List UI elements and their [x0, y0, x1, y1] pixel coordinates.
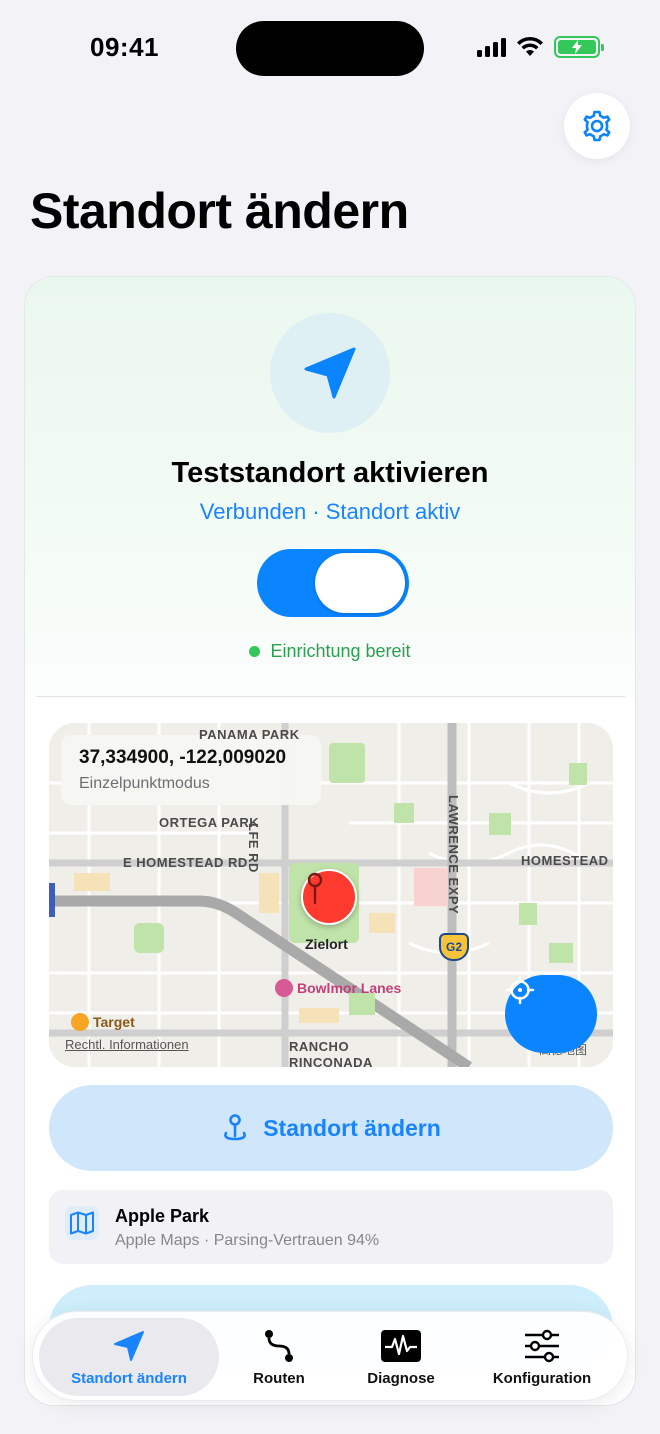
setup-status: Einrichtung bereit: [25, 641, 635, 662]
poi-target-label: Target: [93, 1014, 135, 1030]
tab-label: Standort ändern: [71, 1369, 187, 1387]
status-time: 09:41: [90, 32, 159, 62]
status-icons: [477, 36, 604, 58]
battery-charging-icon: [554, 36, 604, 58]
tab-bar: Standort ändern Routen Diagnose Konfigur…: [32, 1311, 628, 1401]
map-label-panama-park: PANAMA PARK: [199, 727, 300, 742]
dynamic-island: [236, 21, 424, 76]
map-label-ortega-park: ORTEGA PARK: [159, 815, 260, 830]
map-label-lawrence-expy: LAWRENCE EXPY: [446, 795, 461, 915]
route-icon: [262, 1328, 296, 1364]
crosshair-icon: [505, 975, 535, 1005]
map-label-rinconada: RINCONADA: [289, 1055, 373, 1067]
activation-title: Teststandort aktivieren: [171, 457, 489, 489]
tab-change-location[interactable]: Standort ändern: [39, 1318, 219, 1396]
map-label-wolfe-rd: LFE RD: [246, 823, 261, 873]
tab-routes[interactable]: Routen: [229, 1318, 329, 1396]
bowling-icon: [275, 979, 293, 997]
settings-button[interactable]: [564, 93, 630, 159]
pin-icon: [307, 872, 323, 905]
wifi-icon: [517, 36, 543, 56]
place-title: Apple Park: [115, 1206, 210, 1226]
pin-icon: [224, 1114, 247, 1141]
map-label-homestead-right: HOMESTEAD: [521, 853, 609, 868]
status-bar: 09:41: [0, 0, 660, 100]
poi-bowlmor-label: Bowlmor Lanes: [297, 980, 402, 996]
coordinate-readout: 37,334900, -122,009020 Einzelpunktmodus: [61, 735, 321, 805]
sliders-icon: [523, 1328, 561, 1364]
poi-target[interactable]: Target: [71, 1013, 135, 1031]
tab-label: Konfiguration: [492, 1369, 592, 1387]
map-icon: [65, 1206, 99, 1240]
tab-label: Routen: [253, 1369, 305, 1387]
cellular-signal-icon: [477, 37, 506, 57]
change-location-label: Standort ändern: [263, 1114, 441, 1141]
status-dot-icon: [249, 646, 261, 657]
waveform-icon: [380, 1328, 422, 1364]
test-location-toggle[interactable]: [257, 549, 409, 617]
tab-configuration[interactable]: Konfiguration: [477, 1318, 607, 1396]
place-subtitle: Apple Maps · Parsing-Vertrauen 94%: [115, 1232, 380, 1249]
poi-bowlmor[interactable]: Bowlmor Lanes: [275, 979, 401, 997]
highway-shield: G2: [439, 933, 469, 961]
toggle-knob: [315, 553, 405, 613]
gear-icon: [583, 110, 611, 142]
legal-info-link[interactable]: Rechtl. Informationen: [65, 1037, 189, 1052]
setup-status-text: Einrichtung bereit: [270, 641, 411, 661]
tab-diagnostics[interactable]: Diagnose: [351, 1318, 451, 1396]
tab-label: Diagnose: [367, 1369, 435, 1387]
location-arrow-icon: [112, 1328, 146, 1364]
map-label-homestead-rd: E HOMESTEAD RD: [123, 855, 248, 870]
location-card: Teststandort aktivieren Verbunden · Stan…: [24, 276, 636, 1406]
mode-label: Einzelpunktmodus: [79, 775, 210, 792]
location-arrow-icon: [304, 347, 356, 399]
map-view[interactable]: 37,334900, -122,009020 Einzelpunktmodus …: [49, 723, 613, 1067]
change-location-button[interactable]: Standort ändern: [49, 1085, 613, 1171]
place-card[interactable]: Apple Park Apple Maps · Parsing-Vertraue…: [49, 1190, 613, 1264]
divider: [37, 696, 625, 697]
shopping-cart-icon: [71, 1013, 89, 1031]
destination-pin[interactable]: [301, 869, 357, 925]
location-arrow-badge: [270, 313, 390, 433]
coordinates: 37,334900, -122,009020: [79, 747, 287, 768]
map-label-rancho: RANCHO: [289, 1039, 350, 1054]
page-title: Standort ändern: [30, 183, 409, 239]
recenter-button[interactable]: [505, 975, 597, 1053]
pin-label: Zielort: [305, 936, 348, 952]
connection-status: Verbunden · Standort aktiv: [199, 499, 461, 524]
